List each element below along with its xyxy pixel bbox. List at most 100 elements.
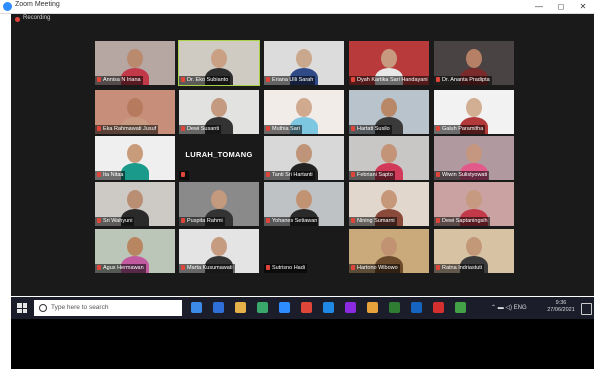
participant-tile[interactable]: Galuh Paramitha bbox=[434, 90, 514, 134]
participant-face bbox=[127, 98, 143, 117]
taskbar-app-icon[interactable] bbox=[411, 302, 422, 313]
participant-tile[interactable]: Tanti Sri Hartanti bbox=[264, 136, 344, 180]
close-button[interactable]: ✕ bbox=[572, 0, 594, 13]
participant-name-label: Febriani Sapto bbox=[349, 171, 395, 180]
participant-name-label: Yohanes Setiawan bbox=[264, 217, 320, 226]
muted-mic-icon bbox=[97, 218, 101, 223]
participant-tile[interactable]: Yohanes Setiawan bbox=[264, 182, 344, 226]
search-placeholder: Type here to search bbox=[51, 304, 109, 311]
participant-face bbox=[466, 49, 482, 68]
participant-name: Dewi Susanti bbox=[187, 126, 220, 132]
participant-name: Dr. Ananta Pradipta bbox=[442, 77, 490, 83]
search-icon bbox=[39, 304, 47, 312]
bottom-black-area bbox=[11, 319, 594, 369]
taskbar-app-icon[interactable] bbox=[257, 302, 268, 313]
participant-tile[interactable]: Dewi Susanti bbox=[179, 90, 259, 134]
participant-name-label: Annisa N Iriana bbox=[95, 76, 143, 85]
participant-tile[interactable]: Dr. Ananta Pradipta bbox=[434, 41, 514, 85]
participant-tile[interactable]: Hartono Wibowo bbox=[349, 229, 429, 273]
taskbar-app-icon[interactable] bbox=[191, 302, 202, 313]
muted-mic-icon bbox=[181, 77, 185, 82]
taskbar-app-icon[interactable] bbox=[279, 302, 290, 313]
participant-tile[interactable]: Sutrisno Hadi bbox=[264, 229, 344, 273]
participant-name-label: Agus Hermawan bbox=[95, 264, 146, 273]
participant-tile[interactable]: Wiwin Sulistyowati bbox=[434, 136, 514, 180]
start-button[interactable] bbox=[17, 303, 27, 313]
participant-tile[interactable]: Agus Hermawan bbox=[95, 229, 175, 273]
participant-name: Tanti Sri Hartanti bbox=[272, 172, 313, 178]
muted-mic-icon bbox=[436, 172, 440, 177]
participant-name: Eriana Ulli Sarah bbox=[272, 77, 314, 83]
participant-tile[interactable]: Eriana Ulli Sarah bbox=[264, 41, 344, 85]
participant-name: Ratna Indriastuti bbox=[442, 265, 483, 271]
participant-tile[interactable]: Puspita Rahmi bbox=[179, 182, 259, 226]
taskbar-app-icon[interactable] bbox=[367, 302, 378, 313]
taskbar-app-icon[interactable] bbox=[389, 302, 400, 313]
participant-tile[interactable]: Sri Wahyuni bbox=[95, 182, 175, 226]
participant-face bbox=[381, 190, 397, 209]
taskbar-app-icon[interactable] bbox=[235, 302, 246, 313]
participant-face bbox=[381, 98, 397, 117]
participant-name: Febriani Sapto bbox=[357, 172, 393, 178]
participant-tile[interactable]: Eka Rahmawati Jusuf bbox=[95, 90, 175, 134]
participant-name: Ita Nitaa bbox=[103, 172, 124, 178]
taskbar-app-icon[interactable] bbox=[323, 302, 334, 313]
participant-tile[interactable]: Muthia Sari bbox=[264, 90, 344, 134]
muted-mic-icon bbox=[97, 77, 101, 82]
participant-name: Dr. Eko Subianto bbox=[187, 77, 229, 83]
taskbar-app-icon[interactable] bbox=[213, 302, 224, 313]
maximize-button[interactable]: ◻ bbox=[550, 0, 572, 13]
participant-face bbox=[296, 49, 312, 68]
participant-name: Agus Hermawan bbox=[103, 265, 144, 271]
participant-name: Marta Kusumawati bbox=[187, 265, 233, 271]
participant-face bbox=[381, 144, 397, 163]
minimize-button[interactable]: — bbox=[528, 0, 550, 13]
participant-name-label bbox=[179, 171, 189, 180]
participant-face bbox=[296, 144, 312, 163]
taskbar-app-icon[interactable] bbox=[345, 302, 356, 313]
taskbar-app-icon[interactable] bbox=[301, 302, 312, 313]
participant-name-label: Sri Wahyuni bbox=[95, 217, 135, 226]
participant-tile[interactable]: Dr. Eko Subianto bbox=[178, 40, 260, 86]
meeting-area: Recording Annisa N Iriana Dr. Eko Subiant… bbox=[11, 14, 594, 296]
participant-tile[interactable]: Marta Kusumawati bbox=[179, 229, 259, 273]
notification-icon[interactable] bbox=[581, 303, 592, 315]
muted-mic-icon bbox=[181, 265, 185, 270]
participant-tile[interactable]: Dyah Kartika Sari Handayani bbox=[349, 41, 429, 85]
taskbar-search[interactable]: Type here to search bbox=[34, 300, 182, 316]
participant-name-label: Ratna Indriastuti bbox=[434, 264, 485, 273]
participant-name: Puspita Rahmi bbox=[187, 218, 223, 224]
participant-tile[interactable]: Ratna Indriastuti bbox=[434, 229, 514, 273]
participant-face bbox=[296, 190, 312, 209]
taskbar-app-icon[interactable] bbox=[433, 302, 444, 313]
participant-name: Wiwin Sulistyowati bbox=[442, 172, 488, 178]
participant-tile[interactable]: Febriani Sapto bbox=[349, 136, 429, 180]
taskbar-app-icon[interactable] bbox=[455, 302, 466, 313]
participant-face bbox=[466, 98, 482, 117]
participant-tile[interactable]: Annisa N Iriana bbox=[95, 41, 175, 85]
system-tray[interactable]: ⌃ ▬ ◁) ENG bbox=[491, 304, 527, 311]
participant-name-label: Nining Sumarni bbox=[349, 217, 397, 226]
participant-tile[interactable]: LURAH_TOMANG bbox=[179, 136, 259, 180]
participant-name: Eka Rahmawati Jusuf bbox=[103, 126, 157, 132]
window-title: Zoom Meeting bbox=[15, 1, 60, 8]
participant-name: Sri Wahyuni bbox=[103, 218, 133, 224]
participant-tile[interactable]: Dewi Saptaningsih bbox=[434, 182, 514, 226]
participant-name-label: Dewi Susanti bbox=[179, 125, 222, 134]
participant-name-large: LURAH_TOMANG bbox=[185, 150, 253, 159]
participant-name-label: Dewi Saptaningsih bbox=[434, 217, 490, 226]
taskbar-clock[interactable]: 9:36 27/06/2021 bbox=[546, 300, 576, 314]
participant-tile[interactable]: Hartati Susilo bbox=[349, 90, 429, 134]
participant-face bbox=[211, 190, 227, 209]
clock-time: 9:36 bbox=[555, 300, 567, 306]
participant-name: Dyah Kartika Sari Handayani bbox=[357, 77, 428, 83]
participant-tile[interactable]: Ita Nitaa bbox=[95, 136, 175, 180]
participant-tile[interactable]: Nining Sumarni bbox=[349, 182, 429, 226]
participant-face bbox=[211, 49, 227, 68]
participant-name-label: Puspita Rahmi bbox=[179, 217, 225, 226]
muted-mic-icon bbox=[436, 126, 440, 131]
muted-mic-icon bbox=[351, 172, 355, 177]
participant-face bbox=[466, 190, 482, 209]
participant-name-label: Dr. Ananta Pradipta bbox=[434, 76, 492, 85]
muted-mic-icon bbox=[97, 265, 101, 270]
